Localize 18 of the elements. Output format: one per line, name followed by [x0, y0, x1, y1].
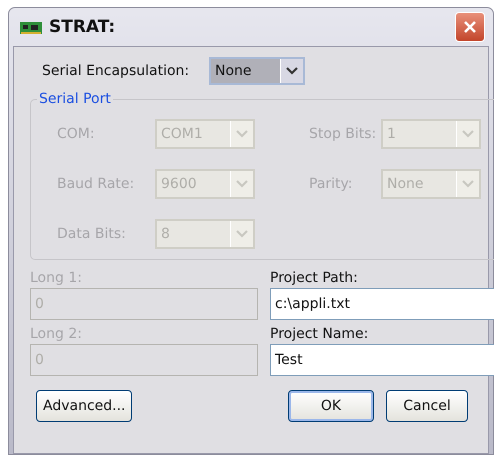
field-label: Data Bits: [57, 226, 127, 242]
input-field[interactable]: Test [270, 344, 494, 376]
field-label: Baud Rate: [57, 176, 136, 192]
dialog-button[interactable]: Advanced... [36, 390, 132, 422]
field-label: Serial Encapsulation: [42, 63, 190, 79]
encapsulation-dropdown[interactable]: None [209, 57, 305, 85]
field-label: Long 1: [30, 270, 83, 286]
field-label: Parity: [309, 176, 354, 192]
group-title: Serial Port [38, 91, 112, 107]
input-field[interactable]: c:\appli.txt [270, 288, 494, 320]
field-label: COM: [57, 126, 96, 142]
field-label: Project Name: [270, 326, 370, 342]
dialog-button[interactable]: Cancel [386, 390, 468, 422]
window-title: STRAT: [49, 17, 116, 37]
dialog-button[interactable]: OK [288, 390, 374, 422]
field-label: Project Path: [270, 270, 359, 286]
field-label: Stop Bits: [309, 126, 378, 142]
field-label: Long 2: [30, 326, 83, 342]
